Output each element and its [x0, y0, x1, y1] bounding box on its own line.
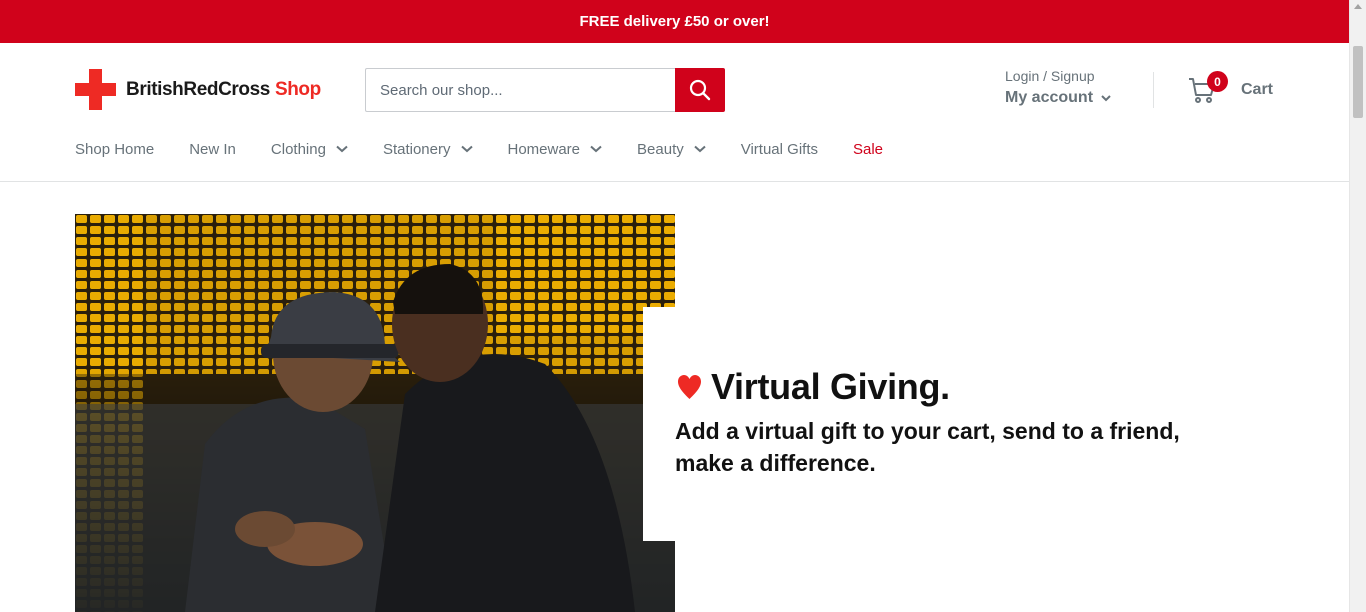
scrollbar-thumb[interactable]: [1353, 46, 1363, 118]
nav-item-label: Beauty: [637, 140, 684, 158]
hero-title: Virtual Giving.: [677, 366, 950, 408]
login-signup-link[interactable]: Login / Signup: [1005, 68, 1111, 84]
brand-shop: Shop: [274, 78, 321, 100]
nav-item-label: Sale: [852, 140, 884, 158]
nav-item-label: Homeware: [507, 140, 581, 158]
announcement-bar: FREE delivery £50 or over!: [0, 0, 1349, 43]
cart-label: Cart: [1241, 81, 1274, 98]
heart-icon: [678, 375, 701, 399]
main-nav: Shop Home New In Clothing Stationery Hom…: [75, 139, 918, 159]
chevron-down-icon: [460, 145, 473, 153]
nav-item-clothing[interactable]: Clothing: [271, 139, 348, 159]
nav-item-shop-home[interactable]: Shop Home: [75, 139, 154, 159]
header-divider: [1153, 72, 1154, 108]
hero-image: [75, 214, 675, 612]
brand-name: BritishRedCross Shop: [126, 78, 321, 100]
hero-subtitle: Add a virtual gift to your cart, send to…: [675, 418, 1180, 476]
nav-item-beauty[interactable]: Beauty: [637, 139, 706, 159]
hero-photo-illustration: [75, 214, 675, 612]
hero-title-text: Virtual Giving.: [711, 366, 950, 407]
chevron-down-icon: [336, 145, 348, 153]
my-account-toggle[interactable]: My account: [1005, 89, 1111, 107]
my-account-label: My account: [1005, 89, 1094, 106]
cart-icon-wrap: 0: [1188, 71, 1228, 104]
chevron-down-icon: [694, 145, 706, 153]
nav-item-label: Stationery: [382, 140, 451, 158]
nav-item-homeware[interactable]: Homeware: [508, 139, 603, 159]
search-form: [365, 68, 725, 112]
account-menu[interactable]: Login / Signup My account: [1005, 68, 1111, 107]
nav-item-label: New In: [189, 140, 236, 158]
chevron-down-icon: [590, 145, 602, 153]
nav-item-stationery[interactable]: Stationery: [383, 139, 473, 159]
search-input[interactable]: [365, 68, 675, 112]
nav-item-new-in[interactable]: New In: [189, 139, 236, 159]
site-header: BritishRedCrossShop Login / Signup My ac…: [0, 43, 1349, 182]
nav-item-virtual-gifts[interactable]: Virtual Gifts: [741, 139, 818, 159]
red-cross-icon: [75, 69, 116, 110]
page-scrollbar[interactable]: [1349, 0, 1366, 612]
nav-item-label: Shop Home: [75, 140, 155, 158]
cart-count-badge: 0: [1207, 71, 1228, 92]
scroll-up-arrow-icon[interactable]: [1354, 4, 1362, 9]
nav-item-label: Virtual Gifts: [740, 140, 818, 158]
nav-item-label: Clothing: [270, 140, 326, 158]
chevron-down-icon: [1101, 94, 1111, 101]
announcement-text: FREE delivery £50 or over!: [579, 13, 770, 30]
cart-link[interactable]: 0 Cart: [1188, 71, 1274, 104]
search-icon: [689, 79, 711, 101]
search-button[interactable]: [675, 68, 725, 112]
nav-item-sale[interactable]: Sale: [853, 139, 883, 159]
brand-logo[interactable]: BritishRedCross Shop: [75, 69, 321, 110]
